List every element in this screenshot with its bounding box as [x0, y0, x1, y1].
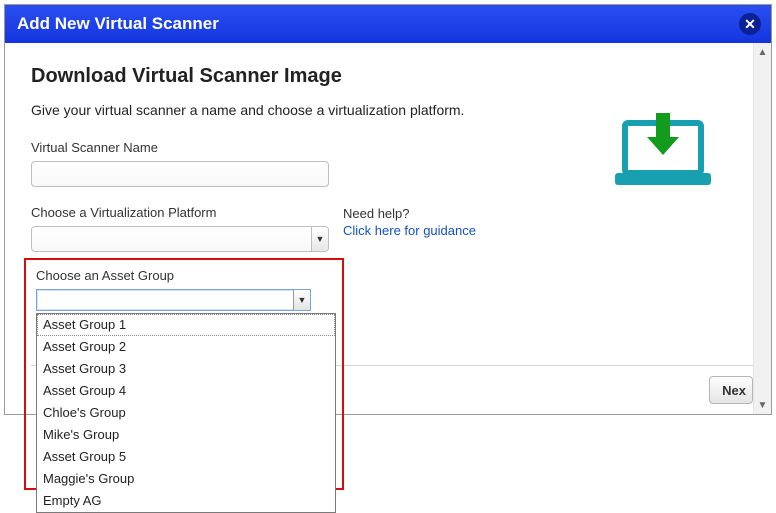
asset-option[interactable]: Asset Group 4 — [37, 380, 335, 402]
field-platform: Choose a Virtualization Platform ▼ Need … — [31, 205, 727, 252]
asset-label: Choose an Asset Group — [36, 268, 332, 283]
asset-dropdown-list[interactable]: Asset Group 1Asset Group 2Asset Group 3A… — [36, 313, 336, 513]
next-button[interactable]: Nex — [709, 376, 753, 404]
help-link[interactable]: Click here for guidance — [343, 223, 476, 238]
asset-option[interactable]: Asset Group 3 — [37, 358, 335, 380]
titlebar: Add New Virtual Scanner ✕ — [5, 5, 771, 43]
platform-select[interactable]: ▼ — [31, 226, 329, 252]
asset-select[interactable]: ▼ — [36, 289, 311, 311]
scroll-up-icon[interactable]: ▲ — [754, 43, 771, 61]
chevron-down-icon: ▼ — [311, 227, 328, 251]
help-block: Need help? Click here for guidance — [343, 205, 476, 240]
name-input[interactable] — [31, 161, 329, 187]
asset-option[interactable]: Maggie's Group — [37, 468, 335, 490]
help-prompt: Need help? — [343, 206, 410, 221]
next-label: Nex — [722, 383, 746, 398]
asset-option[interactable]: Mike's Group — [37, 424, 335, 446]
asset-group-section: Choose an Asset Group ▼ Asset Group 1Ass… — [24, 258, 344, 490]
chevron-down-icon: ▼ — [293, 290, 310, 310]
asset-option[interactable]: Asset Group 2 — [37, 336, 335, 358]
asset-option[interactable]: Empty AG — [37, 490, 335, 512]
scrollbar[interactable]: ▲ ▼ — [753, 43, 771, 414]
close-icon[interactable]: ✕ — [739, 13, 761, 35]
page-title: Download Virtual Scanner Image — [31, 65, 727, 88]
asset-option[interactable]: Asset Group 5 — [37, 446, 335, 468]
asset-option[interactable]: Asset Group 1 — [37, 314, 335, 336]
scroll-down-icon[interactable]: ▼ — [754, 396, 771, 414]
modal-title: Add New Virtual Scanner — [17, 14, 219, 34]
asset-option[interactable]: Chloe's Group — [37, 402, 335, 424]
laptop-download-icon — [613, 113, 713, 191]
platform-label: Choose a Virtualization Platform — [31, 205, 329, 220]
